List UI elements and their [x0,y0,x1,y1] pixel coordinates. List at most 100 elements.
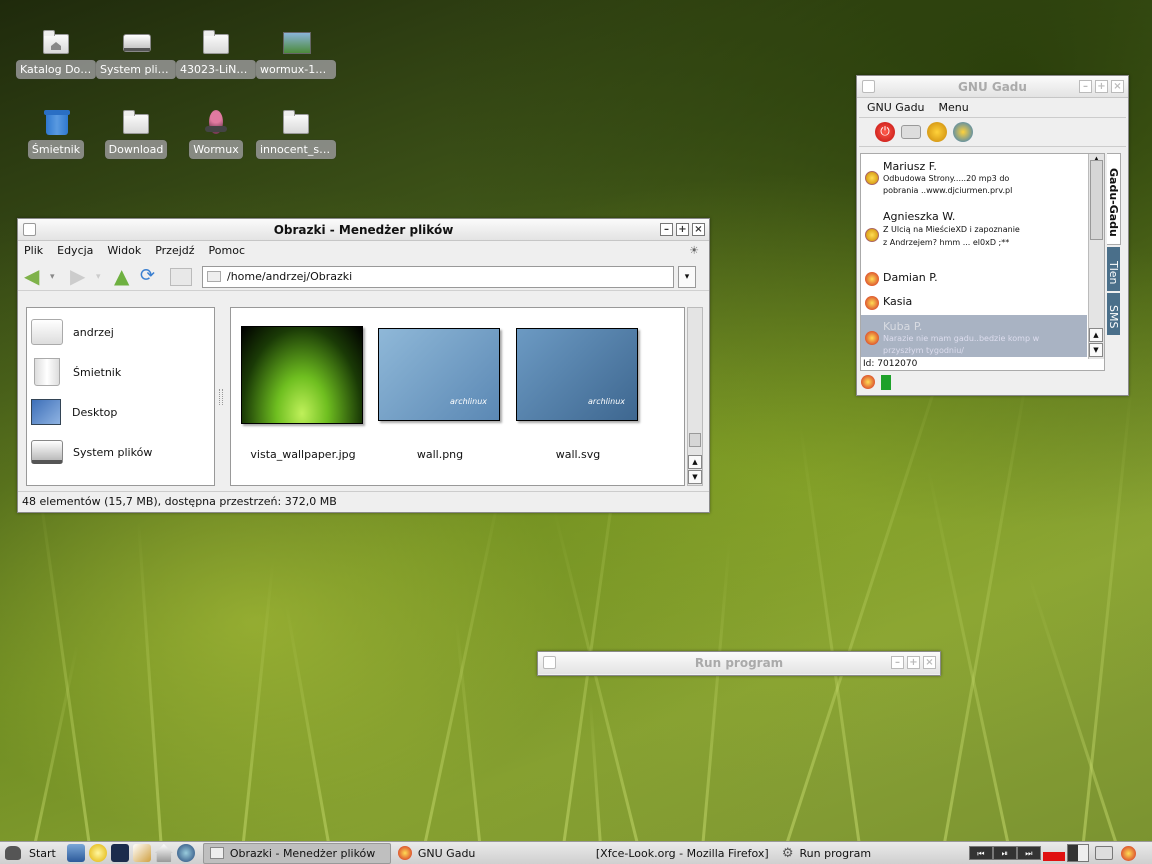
desktop-icon-label: System plików [96,60,176,79]
back-history-chevron-icon[interactable]: ▾ [50,272,60,282]
desktop-icon-innocent-stuff[interactable]: innocent_stuf... [256,108,336,162]
task-run-program[interactable]: ⚙ Run program [775,843,965,864]
menu-go[interactable]: Przejdź [155,244,194,260]
menu-file[interactable]: Plik [24,244,43,260]
minimize-button[interactable]: – [1079,80,1092,93]
tab-sms[interactable]: SMS [1107,293,1120,335]
desktop-icon-wormux-image[interactable]: wormux-128... [256,28,336,82]
menu-edit[interactable]: Edycja [57,244,93,260]
settings-launcher-icon[interactable] [66,844,85,862]
next-track-icon[interactable]: ⏭ [1016,846,1041,860]
file-manager-menubar: Plik Edycja Widok Przejdź Pomoc ☀ [18,241,709,263]
window-menu-button[interactable] [543,656,556,669]
desktop-icon-home[interactable]: Katalog Dom... [16,28,96,82]
file-item[interactable]: archlinux wall.svg [516,328,640,461]
location-dropdown-button[interactable]: ▾ [678,265,696,288]
terminal-launcher-icon[interactable] [110,844,129,862]
forward-history-chevron-icon[interactable]: ▾ [96,272,106,282]
image-file-icon [281,28,311,56]
sidebar-item-trash[interactable]: Śmietnik [27,352,214,392]
search-users-icon[interactable] [953,122,973,142]
close-button[interactable]: × [1111,80,1124,93]
menu-help[interactable]: Pomoc [209,244,245,260]
contact-item-selected[interactable]: Kuba P. Narazie nie mam gadu..bedzie kom… [861,315,1087,357]
home-launcher-icon[interactable] [154,844,173,862]
gnu-gadu-titlebar[interactable]: GNU Gadu – + × [857,76,1128,98]
user-info-icon[interactable] [927,122,947,142]
gnu-gadu-tray-icon[interactable] [1120,845,1136,861]
contact-item[interactable]: Kasia [861,291,1104,315]
task-firefox[interactable]: [Xfce-Look.org - Mozilla Firefox] [583,843,775,864]
contact-list-scrollbar[interactable]: ▲ ▲ ▼ [1088,154,1104,359]
pane-splitter[interactable] [219,389,223,405]
task-file-manager[interactable]: Obrazki - Menedżer plików [202,842,391,864]
previous-track-icon[interactable]: ⏮ [968,846,993,860]
menu-menu[interactable]: Menu [939,101,969,114]
menu-gnu-gadu[interactable]: GNU Gadu [867,101,925,114]
scrollbar-thumb[interactable] [689,433,701,447]
screenshot-icon[interactable] [1094,846,1113,860]
forward-arrow-icon[interactable]: ▶ [70,266,92,287]
contact-item[interactable]: Damian P. [861,267,1104,291]
scroll-down-arrow-icon[interactable]: ▼ [688,470,702,484]
file-item[interactable]: vista_wallpaper.jpg [241,326,365,461]
icon-view-scrollbar[interactable]: ▲ ▼ [687,307,703,486]
status-flower-icon[interactable] [861,375,875,389]
scroll-up-arrow-icon[interactable]: ▲ [688,455,702,469]
power-icon[interactable]: ⏻ [875,122,895,142]
play-pause-icon[interactable]: ⏯ [992,846,1017,860]
window-menu-button[interactable] [23,223,36,236]
close-button[interactable]: × [923,656,936,669]
contact-id-label: Id: 7012070 [863,359,918,369]
start-button[interactable]: Start [0,843,63,864]
sidebar-item-filesystem[interactable]: System plików [27,432,214,472]
desktop-icon [31,399,61,425]
scroll-up-arrow-icon[interactable]: ▲ [1089,328,1103,342]
desktop-icon-trash[interactable]: Śmietnik [16,108,96,162]
tab-gadu-gadu[interactable]: Gadu-Gadu [1107,153,1121,245]
sidebar-item-home[interactable]: andrzej [27,312,214,352]
grass-blade [780,326,956,861]
close-button[interactable]: × [692,223,705,236]
desktop-icon-download[interactable]: Download [96,108,176,162]
contact-name: Agnieszka W. [883,210,956,223]
menu-view[interactable]: Widok [107,244,141,260]
browser-launcher-icon[interactable] [176,844,195,862]
lightbulb-launcher-icon[interactable] [88,844,107,862]
minimize-button[interactable]: – [891,656,904,669]
maximize-button[interactable]: + [1095,80,1108,93]
task-gnu-gadu[interactable]: GNU Gadu [391,843,583,864]
run-program-titlebar[interactable]: Run program – + × [538,652,940,674]
scrollbar-thumb[interactable] [1090,160,1103,240]
tab-tlen[interactable]: Tlen [1107,247,1120,291]
window-title: GNU Gadu [958,80,1027,94]
scroll-down-arrow-icon[interactable]: ▼ [1089,343,1103,357]
home-icon[interactable] [170,267,192,286]
reload-icon[interactable]: ⟳ [140,266,162,287]
sidebar-item-label: andrzej [73,325,114,339]
workspace-switcher[interactable] [1066,844,1089,862]
desktop-icon-label: Katalog Dom... [16,60,96,79]
window-menu-button[interactable] [862,80,875,93]
contact-description: Z Ulcią na MieścieXD i zapoznanie z Andr… [883,225,1020,247]
desktop-icon-folder-linsta[interactable]: 43023-LiNsta... [176,28,256,82]
grass-blade [240,561,275,861]
up-arrow-icon[interactable]: ▲ [114,266,136,287]
editor-launcher-icon[interactable] [132,844,151,862]
sidebar-item-desktop[interactable]: Desktop [27,392,214,432]
archlinux-thumbnail: archlinux [516,328,638,421]
location-bar[interactable]: /home/andrzej/Obrazki [202,265,674,288]
contact-item[interactable]: Agnieszka W. Z Ulcią na MieścieXD i zapo… [861,204,1104,267]
minimize-button[interactable]: – [660,223,673,236]
maximize-button[interactable]: + [676,223,689,236]
chat-icon[interactable] [901,125,921,139]
file-item[interactable]: archlinux wall.png [378,328,502,461]
desktop-icon-filesystem[interactable]: System plików [96,28,176,82]
maximize-button[interactable]: + [907,656,920,669]
back-arrow-icon[interactable]: ◀ [24,266,46,287]
contact-item[interactable]: Mariusz F. Odbudowa Strony.....20 mp3 do… [861,154,1104,204]
places-sidebar: andrzej Śmietnik Desktop System plików [26,307,215,486]
status-green-icon[interactable] [881,375,891,390]
file-manager-titlebar[interactable]: Obrazki - Menedżer plików – + × [18,219,709,241]
desktop-icon-wormux[interactable]: Wormux [176,108,256,162]
